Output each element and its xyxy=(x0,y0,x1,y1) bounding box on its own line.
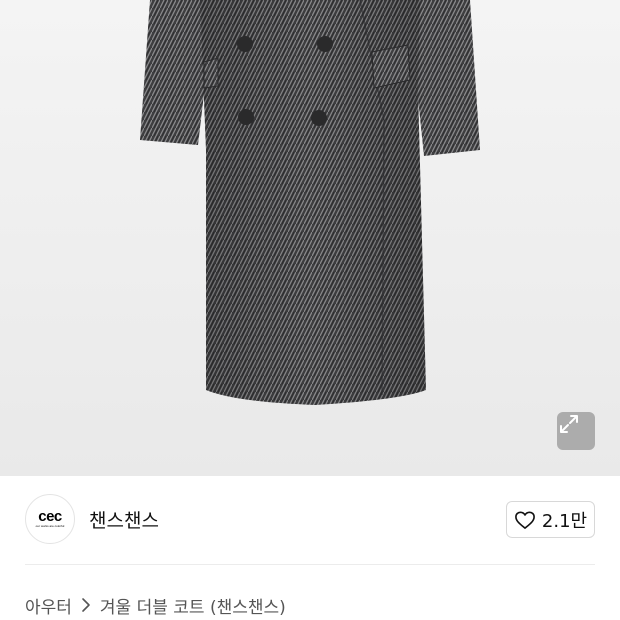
heart-outline-icon xyxy=(514,510,535,529)
product-image[interactable] xyxy=(0,0,620,476)
brand-logo[interactable]: cec our works are colorful xyxy=(25,494,75,544)
breadcrumb-category[interactable]: 아우터 xyxy=(25,593,72,618)
breadcrumb-product-title: 겨울 더블 코트 (챈스챈스) xyxy=(99,597,286,618)
expand-arrows-icon xyxy=(560,415,578,433)
breadcrumb: 아우터 겨울 더블 코트 (챈스챈스) xyxy=(25,592,286,618)
brand-logo-tagline: our works are colorful xyxy=(35,524,65,528)
coat-illustration xyxy=(140,0,480,405)
like-button[interactable]: 2.1만 xyxy=(506,501,595,538)
brand-logo-text: cec xyxy=(38,508,62,525)
divider xyxy=(25,564,595,565)
expand-image-button[interactable] xyxy=(557,412,595,450)
brand-row: cec our works are colorful 챈스챈스 2.1만 xyxy=(0,476,620,564)
like-count: 2.1만 xyxy=(541,510,588,532)
brand-name[interactable]: 챈스챈스 xyxy=(89,506,159,533)
chevron-right-icon xyxy=(82,598,90,612)
